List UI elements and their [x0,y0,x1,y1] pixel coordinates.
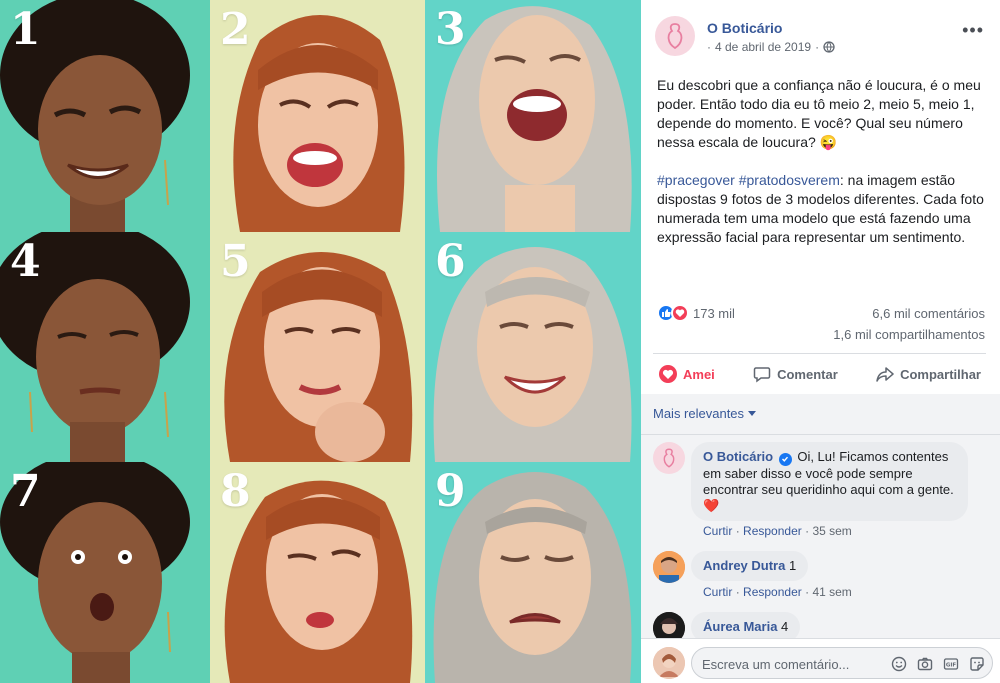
comment-bubble: Andrey Dutra 1 [691,551,809,581]
comment-bubble: O Boticário Oi, Lu! Ficamos contentes em… [691,442,968,521]
more-options-button[interactable]: ••• [962,20,984,41]
composer-icons: GIF [890,655,986,673]
comment-field[interactable]: GIF [691,647,993,679]
photo-number: 7 [10,466,41,517]
post-header: O Boticário · 4 de abril de 2019 · ••• [655,14,990,58]
reply-comment-link[interactable]: Responder [743,585,802,599]
photo-number: 2 [220,4,251,55]
divider [653,353,986,354]
post-stats: 173 mil 6,6 mil comentários 1,6 mil comp… [657,302,985,346]
gif-icon[interactable]: GIF [942,655,960,673]
photo-tile-6[interactable]: 6 [425,232,641,462]
post-meta: · 4 de abril de 2019 · [707,40,835,54]
svg-text:GIF: GIF [946,663,957,669]
boticario-logo-icon [663,448,675,468]
verified-icon [778,452,792,466]
globe-icon [823,41,835,53]
meta-dot: · [707,40,711,54]
love-button[interactable]: Amei [653,365,721,383]
photo-tile-5[interactable]: 5 [210,232,425,462]
love-reaction-icon [659,365,677,383]
share-icon [876,367,894,382]
comment-input[interactable] [702,654,872,674]
divider [641,434,1000,435]
comment-author-link[interactable]: Áurea Maria [703,619,777,634]
photo-tile-9[interactable]: 9 [425,462,641,683]
shares-count-link[interactable]: 1,6 mil compartilhamentos [833,327,985,342]
photo-tile-2[interactable]: 2 [210,0,425,232]
separator: · [735,585,740,599]
comment-text: 4 [781,619,789,634]
separator: · [805,585,810,599]
like-comment-link[interactable]: Curtir [703,524,732,538]
share-label: Compartilhar [900,366,981,382]
comment-sort-dropdown[interactable]: Mais relevantes [653,406,757,421]
photo-number: 3 [435,4,466,55]
sticker-icon[interactable] [968,655,986,673]
like-comment-link[interactable]: Curtir [703,585,732,599]
post-paragraph-accessibility: #pracegover #pratodosverem: na imagem es… [657,171,987,247]
sort-label: Mais relevantes [653,406,745,421]
comments-count-link[interactable]: 6,6 mil comentários [872,306,985,321]
photo-number: 8 [220,466,251,517]
comment-actions: Curtir · Responder · 35 sem [703,524,852,538]
photo-number: 4 [10,236,41,287]
share-button[interactable]: Compartilhar [870,365,987,383]
love-icon [671,304,689,322]
photo-number: 1 [10,4,41,55]
photo-number: 9 [435,466,466,517]
user-photo [653,551,685,583]
commenter-avatar[interactable] [653,442,685,474]
comment-author-link[interactable]: Andrey Dutra [703,558,785,573]
post-paragraph: Eu descobri que a confiança não é loucur… [657,77,981,150]
comments-section: Mais relevantes O Boticário Oi, Lu! Fica… [641,394,1000,644]
comment-icon [753,367,771,383]
comment-time[interactable]: 35 sem [812,524,851,538]
photo-tile-1[interactable]: 1 [0,0,210,232]
comment-time[interactable]: 41 sem [812,585,851,599]
commenter-avatar[interactable] [653,551,685,583]
hashtag-link[interactable]: #pratodosverem [739,172,840,188]
camera-icon[interactable] [916,655,934,673]
photo-tile-3[interactable]: 3 [425,0,641,232]
hashtag-link[interactable]: #pracegover [657,172,735,188]
photo-tile-7[interactable]: 7 [0,462,210,683]
current-user-avatar [653,647,685,679]
page-name-link[interactable]: O Boticário [707,20,782,36]
comment-actions: Curtir · Responder · 41 sem [703,585,852,599]
boticario-logo-icon [667,23,683,49]
comment-text: 1 [788,558,797,573]
separator: · [735,524,740,538]
photo-number: 5 [220,236,251,287]
reactions-summary[interactable]: 173 mil [657,304,735,322]
page-avatar[interactable] [655,16,695,56]
comment-label: Comentar [777,366,838,382]
action-bar: Amei Comentar Compartilhar [653,356,987,392]
separator: · [805,524,810,538]
love-label: Amei [683,366,715,382]
meta-dot: · [815,40,820,54]
caret-down-icon [748,410,757,416]
photo-tile-4[interactable]: 4 [0,232,210,462]
reply-comment-link[interactable]: Responder [743,524,802,538]
photo-grid[interactable]: 1 2 3 4 5 6 7 8 9 [0,0,641,683]
photo-tile-8[interactable]: 8 [210,462,425,683]
post-date-link[interactable]: 4 de abril de 2019 [715,40,811,54]
post-panel: O Boticário · 4 de abril de 2019 · ••• E… [641,0,1000,683]
reactions-count: 173 mil [693,305,735,321]
comment-author-link[interactable]: O Boticário [703,449,773,464]
photo-number: 6 [435,236,466,287]
comment-composer: GIF [641,638,1000,683]
emoji-icon[interactable] [890,655,908,673]
user-photo [653,647,685,679]
comment-button[interactable]: Comentar [747,365,844,383]
post-body: Eu descobri que a confiança não é loucur… [657,76,987,266]
